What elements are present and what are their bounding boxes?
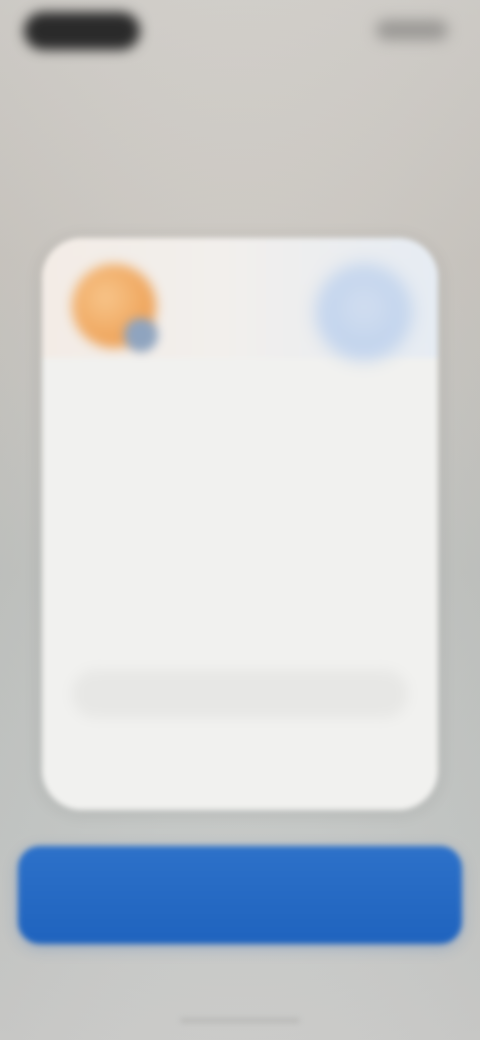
profile-avatar-icon (316, 264, 412, 360)
home-indicator[interactable] (180, 1018, 300, 1023)
app-screen: { "status_bar": { "left_pill": "", "righ… (0, 0, 480, 1040)
primary-button[interactable] (18, 846, 462, 944)
avatar-badge-icon (124, 318, 158, 352)
status-bar (0, 0, 480, 64)
primary-button-label (18, 846, 462, 944)
dialog-card (42, 238, 438, 810)
status-bar-pill (24, 12, 140, 50)
dialog-secondary-button[interactable] (72, 670, 408, 718)
status-icons (376, 20, 448, 40)
